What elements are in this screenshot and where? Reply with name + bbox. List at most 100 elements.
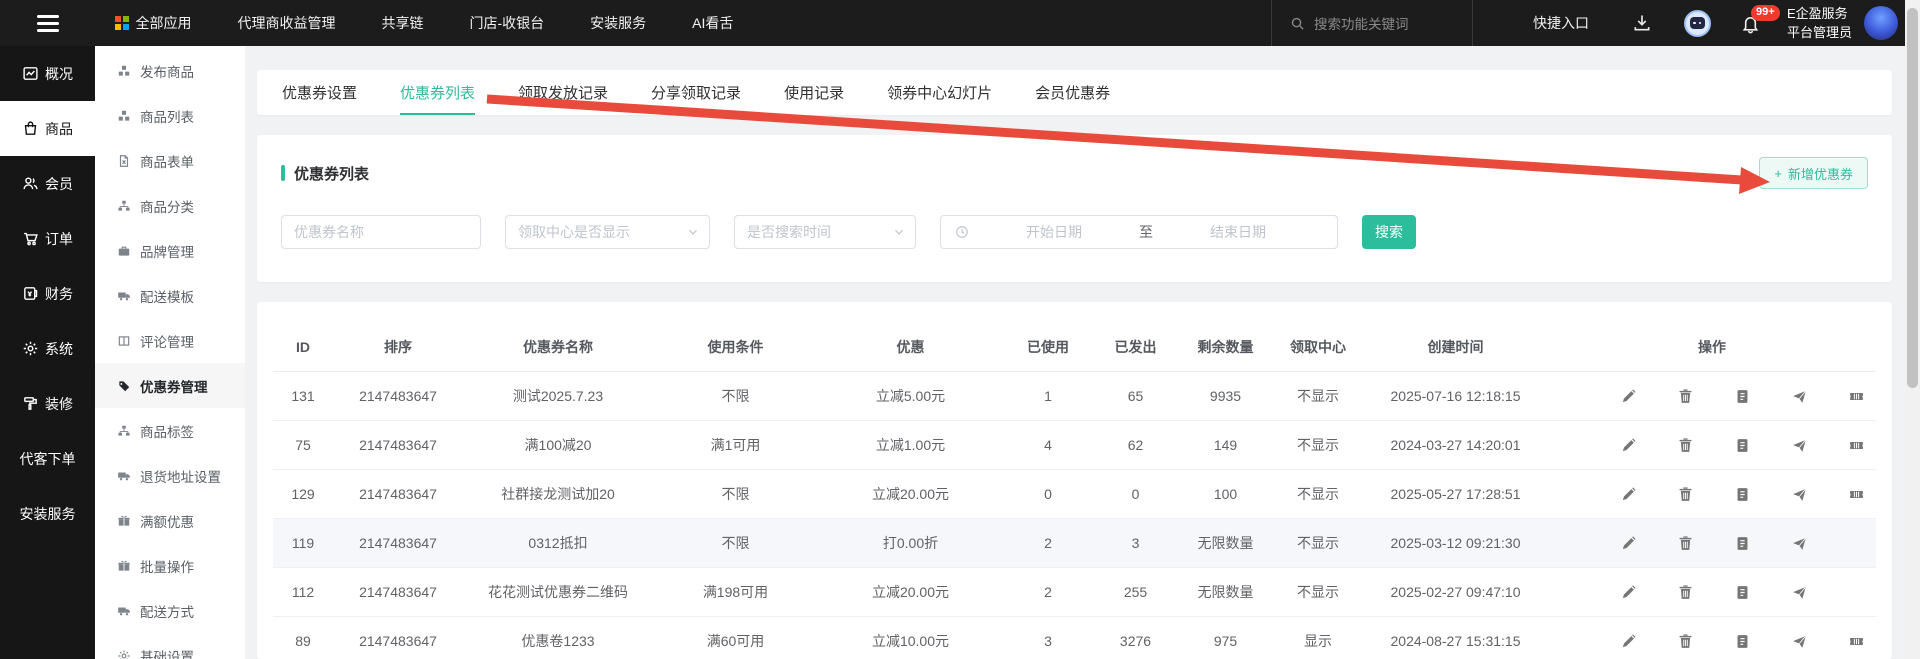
center-display-select[interactable]: 领取中心是否显示 [505, 215, 710, 249]
send-icon[interactable] [1791, 388, 1808, 405]
ai-assistant-icon[interactable] [1684, 10, 1711, 37]
nav-item[interactable]: 安装服务 [590, 13, 646, 33]
send-icon[interactable] [1791, 584, 1808, 601]
top-bar: 全部应用 代理商收益管理 共享链 门店-收银台 安装服务 AI看舌 搜索功能关键词 快捷… [0, 0, 1920, 46]
submenu-item-label: 品牌管理 [140, 241, 194, 261]
delete-icon[interactable] [1677, 437, 1694, 454]
coupon-name-input[interactable] [281, 215, 481, 249]
submenu-item[interactable]: 发布商品 [95, 48, 245, 93]
delete-icon[interactable] [1677, 633, 1694, 650]
sidebar-item[interactable]: 装修 [0, 376, 95, 431]
edit-icon[interactable] [1620, 437, 1637, 454]
cell-remaining: 9935 [1178, 388, 1273, 404]
row-actions [1548, 437, 1876, 454]
submenu-item[interactable]: 评论管理 [95, 318, 245, 363]
sidebar-item[interactable]: 订单 [0, 211, 95, 266]
sidebar-item[interactable]: 财务 [0, 266, 95, 321]
quick-entry-link[interactable]: 快捷入口 [1473, 13, 1615, 33]
detail-icon[interactable] [1734, 633, 1751, 650]
submenu-item[interactable]: 商品列表 [95, 93, 245, 138]
cell-created-time: 2025-07-16 12:18:15 [1363, 388, 1548, 404]
submenu-item-label: 批量操作 [140, 556, 194, 576]
truck-icon [117, 289, 131, 303]
detail-icon[interactable] [1734, 486, 1751, 503]
ticket-icon[interactable] [1848, 437, 1865, 454]
tab[interactable]: 领取发放记录 [518, 70, 608, 115]
cell-center-display: 显示 [1273, 631, 1363, 651]
detail-icon[interactable] [1734, 437, 1751, 454]
cell-issued: 255 [1093, 584, 1178, 600]
topbar-search-input[interactable]: 搜索功能关键词 [1272, 0, 1472, 46]
delete-icon[interactable] [1677, 486, 1694, 503]
notifications-button[interactable]: 99+ [1740, 13, 1761, 34]
nav-item[interactable]: 门店-收银台 [470, 13, 545, 33]
tab[interactable]: 优惠券设置 [282, 70, 357, 115]
submenu-item[interactable]: 批量操作 [95, 543, 245, 588]
cell-id: 129 [273, 486, 333, 502]
tab[interactable]: 会员优惠券 [1035, 70, 1110, 115]
send-icon[interactable] [1791, 535, 1808, 552]
submenu-item[interactable]: 优惠券管理 [95, 363, 245, 408]
ticket-icon[interactable] [1848, 633, 1865, 650]
sidebar-item[interactable]: 安装服务 [0, 486, 95, 541]
delete-icon[interactable] [1677, 535, 1694, 552]
col-header: 使用条件 [653, 337, 818, 357]
ticket-icon[interactable] [1848, 388, 1865, 405]
tab[interactable]: 领券中心幻灯片 [887, 70, 992, 115]
sidebar-item[interactable]: 会员 [0, 156, 95, 211]
tab[interactable]: 分享领取记录 [651, 70, 741, 115]
sidebar-item[interactable]: 概况 [0, 46, 95, 101]
avatar[interactable] [1864, 6, 1898, 40]
sidebar-item[interactable]: 代客下单 [0, 431, 95, 486]
submenu-item[interactable]: 品牌管理 [95, 228, 245, 273]
download-icon[interactable] [1632, 13, 1652, 33]
edit-icon[interactable] [1620, 535, 1637, 552]
detail-icon[interactable] [1734, 584, 1751, 601]
search-icon [1290, 16, 1305, 31]
submenu-item[interactable]: 配送模板 [95, 273, 245, 318]
add-coupon-button[interactable]: + 新增优惠券 [1759, 157, 1868, 189]
submenu-item[interactable]: 基础设置 [95, 633, 245, 659]
ticket-icon[interactable] [1848, 486, 1865, 503]
edit-icon[interactable] [1620, 633, 1637, 650]
tab[interactable]: 使用记录 [784, 70, 844, 115]
detail-icon[interactable] [1734, 535, 1751, 552]
col-header: 优惠券名称 [463, 337, 653, 357]
delete-icon[interactable] [1677, 584, 1694, 601]
date-range-picker[interactable]: 开始日期 至 结束日期 [940, 215, 1338, 249]
send-icon[interactable] [1791, 486, 1808, 503]
detail-icon[interactable] [1734, 388, 1751, 405]
delete-icon[interactable] [1677, 388, 1694, 405]
cell-remaining: 149 [1178, 437, 1273, 453]
submenu-item[interactable]: 商品分类 [95, 183, 245, 228]
submenu-item[interactable]: 配送方式 [95, 588, 245, 633]
send-icon[interactable] [1791, 437, 1808, 454]
col-header: 创建时间 [1363, 337, 1548, 357]
nav-item[interactable]: AI看舌 [692, 13, 733, 33]
nav-item-all-apps[interactable]: 全部应用 [115, 13, 192, 33]
submenu-item[interactable]: 商品表单 [95, 138, 245, 183]
app-grid-icon [115, 16, 129, 30]
nav-item[interactable]: 代理商收益管理 [238, 13, 336, 33]
submenu-item[interactable]: 退货地址设置 [95, 453, 245, 498]
sidebar-item-label: 装修 [45, 394, 73, 414]
sitemap-icon [117, 424, 131, 438]
time-search-select[interactable]: 是否搜索时间 [734, 215, 916, 249]
send-icon[interactable] [1791, 633, 1808, 650]
edit-icon[interactable] [1620, 388, 1637, 405]
submenu-item[interactable]: 商品标签 [95, 408, 245, 453]
search-button[interactable]: 搜索 [1362, 215, 1416, 249]
scrollbar-thumb[interactable] [1907, 8, 1918, 388]
sidebar-item[interactable]: 系统 [0, 321, 95, 376]
cubes-icon [117, 109, 131, 123]
nav-item[interactable]: 共享链 [382, 13, 424, 33]
tab[interactable]: 优惠券列表 [400, 70, 475, 115]
submenu-item[interactable]: 满额优惠 [95, 498, 245, 543]
sidebar-item[interactable]: 商品 [0, 101, 95, 156]
cell-discount: 立减5.00元 [818, 386, 1003, 406]
edit-icon[interactable] [1620, 486, 1637, 503]
user-info[interactable]: E企盈服务 平台管理员 [1787, 4, 1852, 43]
hamburger-menu-icon[interactable] [0, 15, 95, 32]
edit-icon[interactable] [1620, 584, 1637, 601]
cell-issued: 65 [1093, 388, 1178, 404]
